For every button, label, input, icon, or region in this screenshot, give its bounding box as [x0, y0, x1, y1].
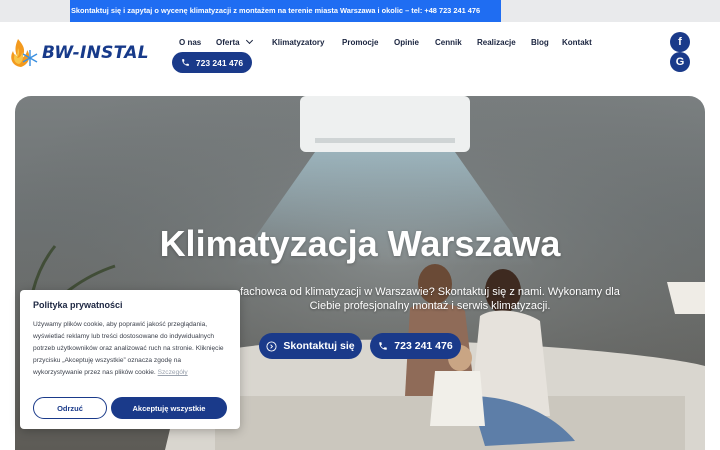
hero-contact-label: Skontaktuj się: [283, 340, 355, 352]
cookie-title: Polityka prywatności: [33, 300, 123, 310]
logo-text: BW-INSTAL: [42, 43, 149, 63]
phone-icon: [379, 342, 388, 350]
google-icon: G: [675, 56, 685, 68]
nav-item-kontakt[interactable]: Kontakt: [562, 35, 602, 49]
cookie-consent-dialog: Polityka prywatności Używamy plików cook…: [20, 290, 240, 429]
cookie-text: Używamy plików cookie, aby poprawić jako…: [33, 319, 227, 379]
nav-item-oferta[interactable]: Oferta: [216, 35, 272, 49]
main-nav: O nas Oferta Klimatyzatory Promocje Opin…: [179, 35, 602, 49]
nav-item-klimatyzatory[interactable]: Klimatyzatory: [272, 35, 342, 49]
site-header: BW-INSTAL O nas Oferta Klimatyzatory Pro…: [0, 22, 720, 82]
nav-item-blog[interactable]: Blog: [531, 35, 562, 49]
topbar-message[interactable]: Skontaktuj się i zapytaj o wycenę klimat…: [70, 0, 501, 22]
cookie-body: Używamy plików cookie, aby poprawić jako…: [33, 321, 224, 376]
nav-item-promocje[interactable]: Promocje: [342, 35, 394, 49]
nav-item-o-nas[interactable]: O nas: [179, 35, 216, 49]
facebook-icon: f: [678, 36, 682, 48]
header-phone-button[interactable]: 723 241 476: [172, 52, 252, 73]
cookie-reject-button[interactable]: Odrzuć: [33, 397, 107, 419]
hero-phone-button[interactable]: 723 241 476: [370, 333, 461, 359]
logo[interactable]: BW-INSTAL: [6, 36, 166, 70]
hero-subtitle: fachowca od klimatyzacji w Warszawie? Sk…: [240, 286, 620, 312]
cookie-accept-button[interactable]: Akceptuję wszystkie: [111, 397, 227, 419]
hero-contact-button[interactable]: Skontaktuj się: [259, 333, 362, 359]
nav-item-cennik[interactable]: Cennik: [435, 35, 477, 49]
cookie-details-link[interactable]: Szczegóły: [158, 369, 188, 376]
google-button[interactable]: G: [670, 52, 690, 72]
nav-item-realizacje[interactable]: Realizacje: [477, 35, 531, 49]
facebook-button[interactable]: f: [670, 32, 690, 52]
hero-title: Klimatyzacja Warszawa: [159, 223, 561, 264]
chevron-down-icon: [245, 36, 253, 45]
nav-item-opinie[interactable]: Opinie: [394, 35, 435, 49]
phone-icon: [181, 59, 189, 66]
top-bar: Skontaktuj się i zapytaj o wycenę klimat…: [0, 0, 720, 22]
header-phone-label: 723 241 476: [195, 57, 244, 68]
flame-snowflake-logo-icon: [11, 39, 38, 67]
hero-phone-label: 723 241 476: [394, 340, 453, 352]
nav-item-oferta-label: Oferta: [216, 37, 240, 47]
arrow-circle-icon: [266, 340, 277, 352]
